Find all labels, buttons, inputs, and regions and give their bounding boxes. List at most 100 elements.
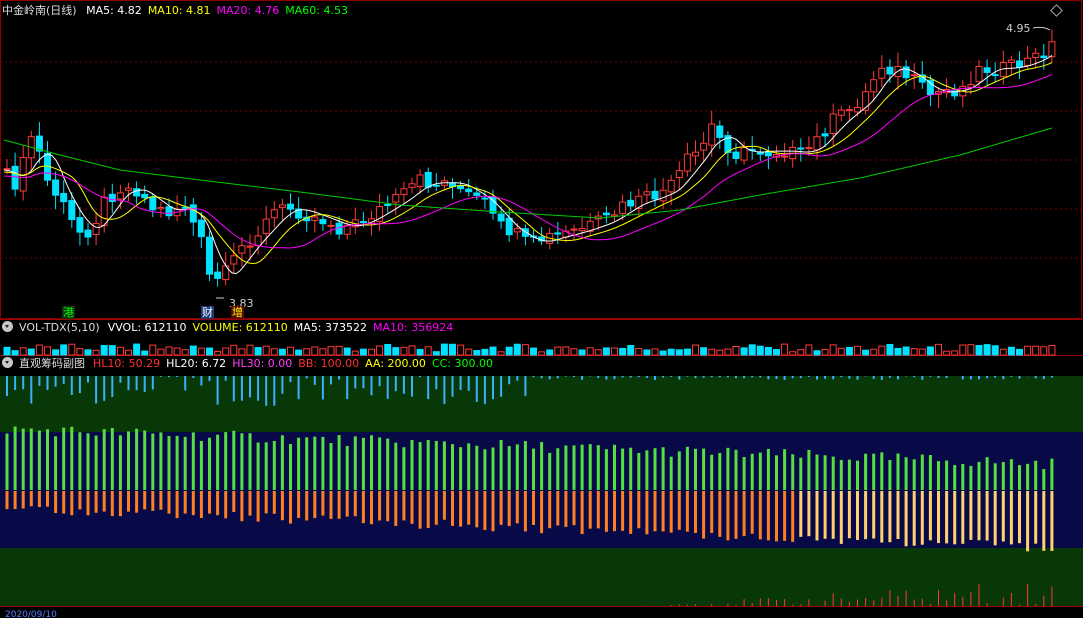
volume-bar	[335, 345, 343, 356]
volume-bar	[675, 349, 683, 356]
volume-bar	[659, 350, 667, 356]
volume-bar	[100, 344, 108, 356]
volume-bar	[416, 348, 424, 356]
volume-bar	[173, 347, 181, 356]
volume-bar	[254, 347, 262, 356]
volume-bar	[1040, 346, 1048, 356]
volume-bar	[716, 349, 724, 356]
marker-gang[interactable]: 港	[62, 306, 75, 319]
volume-bar	[546, 349, 554, 356]
candle-body	[1032, 52, 1040, 58]
candle-body	[287, 203, 294, 210]
candle-body	[821, 133, 829, 137]
candle-body	[92, 223, 100, 236]
volume-bar	[837, 347, 845, 356]
ma-value: MA20: 4.76	[216, 4, 280, 17]
volume-bar	[894, 347, 902, 356]
volume-bar	[270, 348, 278, 356]
volume-bar	[408, 345, 416, 356]
volume-bar	[683, 348, 691, 356]
indicator-dropdown-icon[interactable]	[2, 357, 13, 368]
stock-title: 中金岭南(日线)	[2, 4, 77, 17]
marker-zeng[interactable]: 增	[231, 306, 244, 319]
volume-bar	[700, 347, 708, 356]
volume-bar	[975, 344, 983, 356]
volume-bar	[667, 348, 675, 356]
volume-bar	[959, 344, 967, 356]
volume-bar	[465, 348, 473, 356]
candle-body	[384, 203, 392, 206]
volume-bar	[999, 348, 1007, 356]
volume-bar	[246, 344, 254, 356]
volume-bar	[635, 348, 643, 356]
indicator-dropdown-icon[interactable]	[2, 321, 13, 332]
volume-bar	[513, 343, 521, 356]
volume-bar	[303, 348, 311, 356]
candle-body	[60, 193, 68, 203]
candle-body	[570, 228, 578, 231]
volume-bar	[521, 344, 529, 356]
volume-bar	[967, 344, 975, 356]
candle-body	[926, 79, 934, 96]
volume-bar	[197, 347, 205, 356]
volume-bar	[351, 350, 359, 356]
volume-bar	[181, 349, 189, 356]
volume-bar	[3, 346, 11, 356]
volume-bar	[457, 344, 465, 356]
candle-body	[254, 235, 262, 247]
candle-body	[246, 245, 254, 248]
volume-bar	[724, 348, 732, 356]
volume-bar	[878, 345, 886, 356]
candle-body	[206, 236, 213, 275]
ma-value: MA60: 4.53	[285, 4, 348, 17]
candle-body	[505, 217, 513, 236]
chip-panel-value: BB: 100.00	[298, 357, 360, 370]
candle-body	[870, 79, 878, 93]
candle-body	[68, 200, 76, 221]
candle-body	[708, 123, 716, 146]
candle-body	[84, 229, 92, 238]
volume-indicator-title[interactable]: VOL-TDX(5,10)	[19, 321, 100, 334]
volume-bar	[84, 349, 92, 356]
volume-bar	[554, 346, 562, 356]
volume-bar	[732, 346, 740, 356]
candle-body	[627, 199, 635, 207]
volume-bar	[11, 350, 19, 356]
candle-body	[238, 245, 246, 254]
candle-body	[157, 206, 165, 210]
candle-body	[700, 142, 708, 151]
candle-body	[659, 189, 667, 202]
volume-bar	[189, 345, 197, 356]
volume-bar	[748, 344, 756, 356]
candle-body	[497, 213, 505, 222]
volume-bar	[319, 348, 327, 356]
candle-body	[1007, 59, 1015, 63]
chip-indicator-title[interactable]: 直观筹码副图	[19, 357, 85, 370]
volume-bar	[756, 345, 764, 356]
volume-bar	[578, 349, 586, 356]
volume-bar	[440, 343, 448, 356]
candle-body	[319, 219, 327, 225]
volume-bar	[343, 347, 351, 356]
ma5-line	[3, 54, 1053, 275]
candle-body	[141, 193, 149, 199]
volume-bar	[238, 348, 246, 356]
chip-panel-value: HL20: 6.72	[166, 357, 227, 370]
volume-bar	[651, 348, 659, 356]
candle-body	[602, 212, 610, 216]
candle-body	[100, 196, 108, 226]
chart-canvas[interactable]	[0, 0, 1083, 618]
candle-body	[781, 155, 789, 158]
volume-bar	[910, 348, 918, 356]
volume-bar	[943, 350, 951, 356]
volume-bar	[125, 349, 132, 356]
candle-body	[797, 147, 805, 150]
volume-bar	[935, 343, 942, 356]
volume-bar	[384, 343, 392, 356]
volume-bar	[133, 343, 141, 356]
candle-body	[165, 206, 173, 217]
candle-body	[400, 188, 408, 195]
marker-cai[interactable]: 财	[201, 306, 214, 319]
volume-bar	[570, 348, 578, 356]
candle-body	[667, 179, 675, 193]
